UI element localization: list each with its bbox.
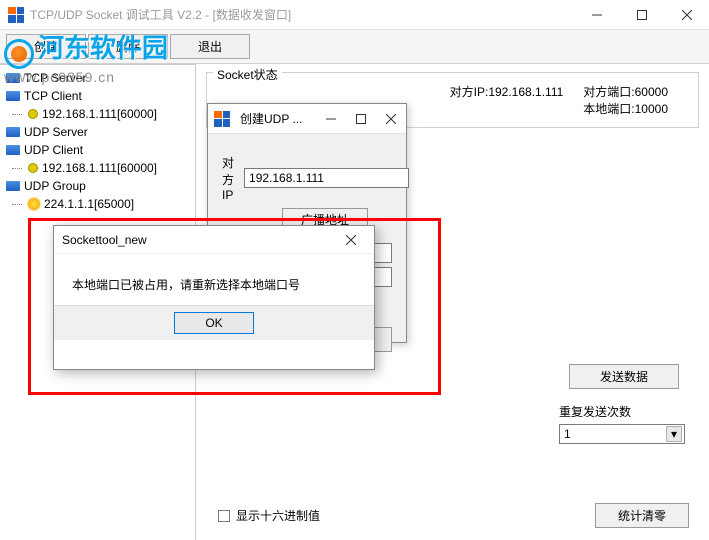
- delete-button[interactable]: 删除: [88, 34, 168, 59]
- tree-tcp-client[interactable]: TCP Client: [2, 87, 193, 105]
- local-port-value: 10000: [635, 102, 668, 116]
- hex-display-label: 显示十六进制值: [236, 507, 320, 524]
- peer-ip-label: 对方IP: [222, 154, 234, 202]
- client-icon: [6, 145, 20, 155]
- window-titlebar: TCP/UDP Socket 调试工具 V2.2 - [数据收发窗口]: [0, 0, 709, 30]
- minimize-button[interactable]: [574, 0, 619, 30]
- tree-udp-client[interactable]: UDP Client: [2, 141, 193, 159]
- udp-maximize-button[interactable]: [346, 105, 376, 133]
- tree-tcp-client-conn[interactable]: 192.168.1.111[60000]: [2, 105, 193, 123]
- app-icon: [8, 7, 24, 23]
- hex-display-checkbox[interactable]: [218, 510, 230, 522]
- dialog-icon: [214, 111, 230, 127]
- repeat-count-select[interactable]: 1 ▾: [559, 424, 685, 444]
- connection-icon: [28, 109, 38, 119]
- tree-tcp-server[interactable]: TCP Server: [2, 69, 193, 87]
- multicast-icon: [28, 198, 40, 210]
- client-icon: [6, 91, 20, 101]
- exit-button[interactable]: 退出: [170, 34, 250, 59]
- server-icon: [6, 73, 20, 83]
- create-button[interactable]: 创建: [6, 34, 86, 59]
- alert-dialog: Sockettool_new 本地端口已被占用，请重新选择本地端口号 OK: [53, 225, 375, 370]
- toolbar: 创建 删除 退出: [0, 30, 709, 64]
- udp-minimize-button[interactable]: [316, 105, 346, 133]
- peer-port-value: 60000: [635, 85, 668, 99]
- tree-udp-client-conn[interactable]: 192.168.1.111[60000]: [2, 159, 193, 177]
- chevron-down-icon[interactable]: ▾: [666, 426, 682, 442]
- peer-ip-input[interactable]: [244, 168, 409, 188]
- alert-close-button[interactable]: [336, 227, 366, 253]
- send-data-button[interactable]: 发送数据: [569, 364, 679, 389]
- udp-close-button[interactable]: [376, 105, 406, 133]
- peer-ip-value: 192.168.1.111: [488, 85, 563, 99]
- udp-dialog-title: 创建UDP ...: [240, 110, 302, 127]
- alert-title: Sockettool_new: [62, 233, 147, 247]
- bottom-bar: 显示十六进制值 统计清零: [218, 503, 689, 528]
- socket-status-legend: Socket状态: [213, 66, 282, 83]
- connection-icon: [28, 163, 38, 173]
- alert-message: 本地端口已被占用，请重新选择本地端口号: [54, 254, 374, 305]
- server-icon: [6, 127, 20, 137]
- tree-udp-group-conn[interactable]: 224.1.1.1[65000]: [2, 195, 193, 213]
- alert-ok-button[interactable]: OK: [174, 312, 253, 334]
- window-title: TCP/UDP Socket 调试工具 V2.2 - [数据收发窗口]: [30, 6, 574, 23]
- maximize-button[interactable]: [619, 0, 664, 30]
- send-panel: 发送数据 重复发送次数 1 ▾: [559, 364, 689, 444]
- tree-udp-group[interactable]: UDP Group: [2, 177, 193, 195]
- group-icon: [6, 181, 20, 191]
- clear-stats-button[interactable]: 统计清零: [595, 503, 689, 528]
- repeat-count-label: 重复发送次数: [559, 403, 689, 420]
- tree-udp-server[interactable]: UDP Server: [2, 123, 193, 141]
- close-button[interactable]: [664, 0, 709, 30]
